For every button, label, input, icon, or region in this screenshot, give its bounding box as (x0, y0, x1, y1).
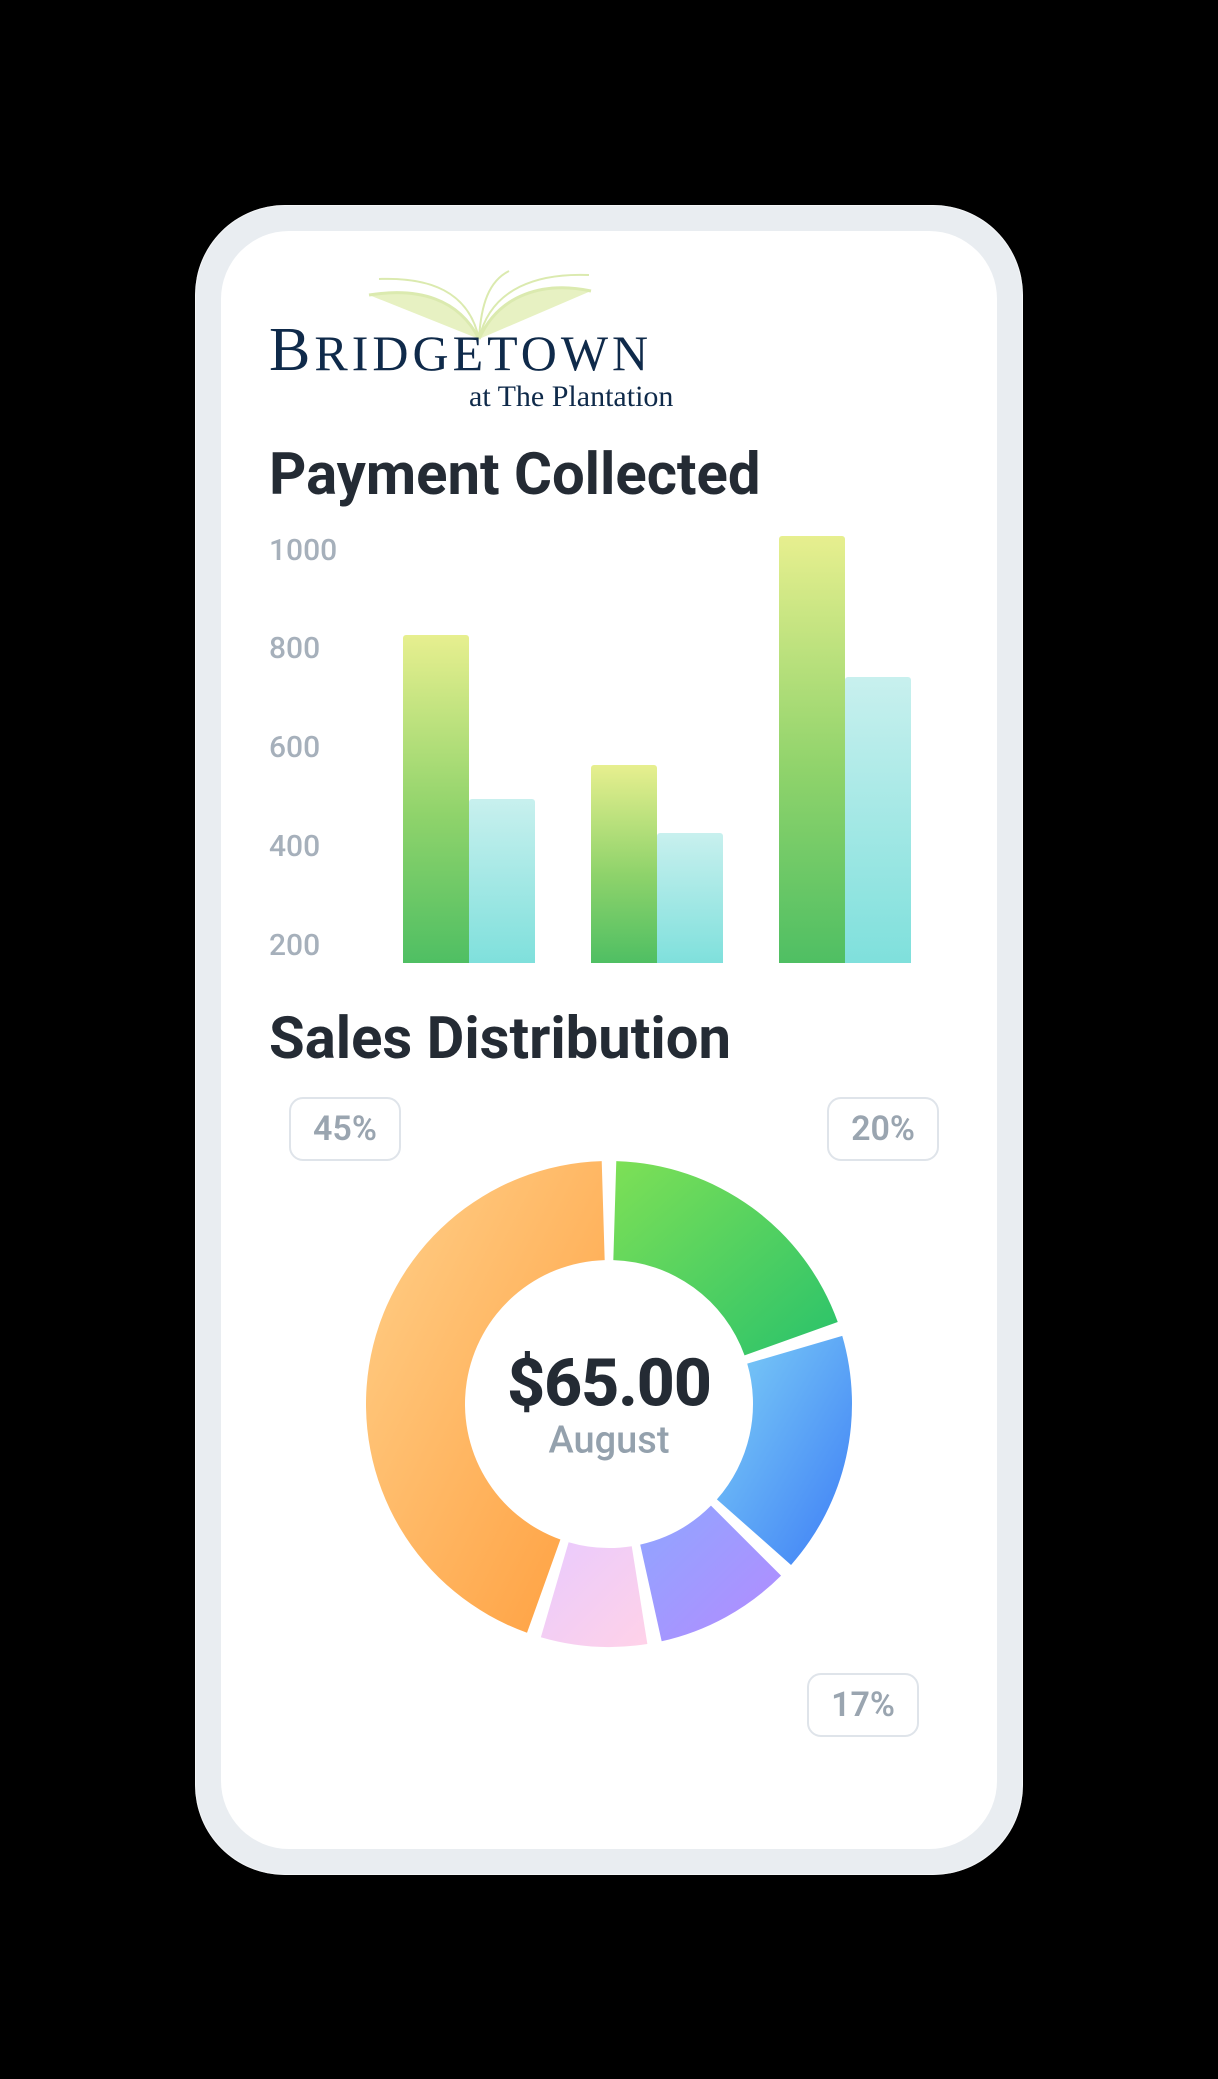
phone-frame: BRIDGETOWN at The Plantation Payment Col… (195, 205, 1023, 1875)
donut-slice (717, 1336, 852, 1565)
bar-chart-y-axis: 1000 800 600 400 200 (269, 533, 365, 963)
bar-series-a (779, 536, 845, 962)
stage: BRIDGETOWN at The Plantation Payment Col… (0, 0, 1218, 2079)
y-tick: 1000 (269, 533, 365, 568)
logo-title: BRIDGETOWN (269, 315, 652, 386)
payment-bar-chart: 1000 800 600 400 200 (269, 533, 949, 963)
bar-group (403, 635, 535, 963)
y-tick: 200 (269, 928, 365, 963)
bar-group (779, 536, 911, 962)
bar-series-b (845, 677, 911, 963)
sales-distribution-heading: Sales Distribution (269, 1005, 949, 1073)
donut-center-value: $65.00 (507, 1345, 711, 1422)
y-tick: 800 (269, 631, 365, 666)
bar-series-a (403, 635, 469, 963)
brand-logo: BRIDGETOWN at The Plantation (269, 279, 949, 399)
phone-screen: BRIDGETOWN at The Plantation Payment Col… (221, 231, 997, 1849)
donut-center: $65.00 August (507, 1345, 711, 1462)
donut-center-label: August (507, 1418, 711, 1462)
bar-chart-plot (365, 533, 949, 963)
sales-donut-chart: $65.00 August 45% 20% 17% (269, 1097, 949, 1737)
slice-badge-20: 20% (827, 1097, 939, 1161)
slice-badge-17: 17% (807, 1673, 919, 1737)
slice-badge-45: 45% (289, 1097, 401, 1161)
bar-group (591, 765, 723, 963)
payment-collected-heading: Payment Collected (269, 441, 949, 509)
y-tick: 400 (269, 829, 365, 864)
bar-series-b (469, 799, 535, 963)
donut-slice (613, 1161, 837, 1355)
donut-slice (541, 1542, 647, 1647)
bar-series-a (591, 765, 657, 963)
y-tick: 600 (269, 730, 365, 765)
bar-series-b (657, 833, 723, 963)
logo-subtitle: at The Plantation (469, 380, 673, 414)
